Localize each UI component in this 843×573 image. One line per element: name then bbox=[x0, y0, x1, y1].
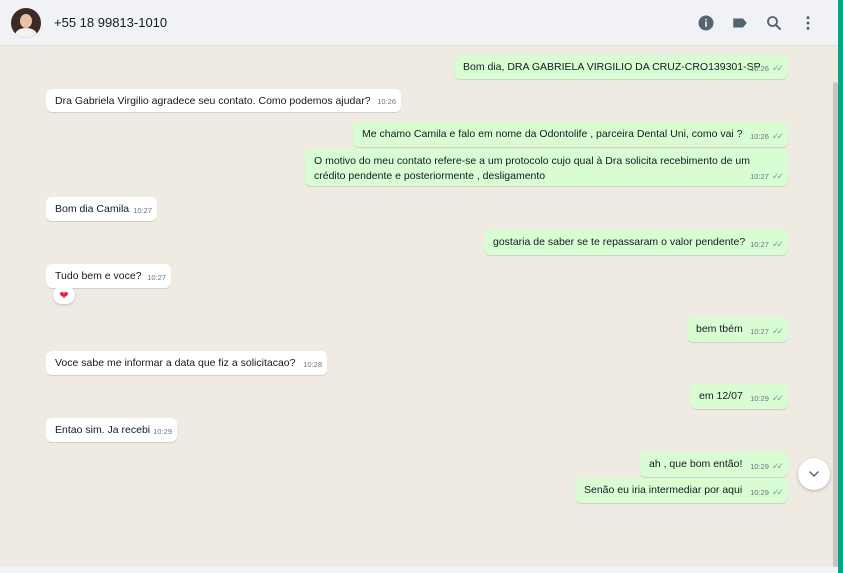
message-text: Voce sabe me informar a data que fiz a s… bbox=[55, 357, 296, 369]
scroll-down-button[interactable] bbox=[798, 458, 830, 490]
message-incoming[interactable]: Tudo bem e voce? 10:27 bbox=[46, 264, 171, 288]
message-text: gostaria de saber se te repassaram o val… bbox=[493, 236, 746, 248]
message-incoming[interactable]: Dra Gabriela Virgilio agradece seu conta… bbox=[46, 89, 401, 112]
message-text: em 12/07 bbox=[699, 390, 743, 402]
message-time: 10:29 bbox=[153, 427, 172, 436]
read-receipt-icon: ✓✓ bbox=[771, 63, 784, 73]
message-time: 10:26 bbox=[377, 97, 396, 106]
message-meta: 10:29 ✓✓ bbox=[750, 459, 784, 474]
message-outgoing[interactable]: em 12/07 10:29 ✓✓ bbox=[690, 384, 788, 409]
message-time: 10:29 bbox=[750, 394, 769, 403]
composer-bar-edge bbox=[0, 567, 838, 573]
read-receipt-icon: ✓✓ bbox=[771, 171, 784, 181]
whatsapp-window: +55 18 99813-1010 Bom dia, DRA GABRIELA … bbox=[0, 0, 843, 573]
label-icon[interactable] bbox=[728, 11, 752, 35]
chat-header: +55 18 99813-1010 bbox=[0, 0, 838, 46]
message-time: 10:27 bbox=[750, 240, 769, 249]
message-text: ah , que bom então! bbox=[649, 458, 743, 470]
message-outgoing[interactable]: O motivo do meu contato refere-se a um p… bbox=[305, 149, 788, 186]
avatar-face bbox=[20, 13, 32, 28]
message-incoming[interactable]: Voce sabe me informar a data que fiz a s… bbox=[46, 351, 327, 375]
search-icon[interactable] bbox=[762, 11, 786, 35]
message-meta: 10:26 ✓✓ bbox=[750, 61, 784, 76]
message-outgoing[interactable]: Bom dia, DRA GABRIELA VIRGILIO DA CRUZ-C… bbox=[454, 55, 788, 79]
info-icon[interactable] bbox=[694, 11, 718, 35]
message-text: Dra Gabriela Virgilio agradece seu conta… bbox=[55, 95, 371, 107]
message-time: 10:27 bbox=[147, 273, 166, 282]
message-text: Me chamo Camila e falo em nome da Odonto… bbox=[362, 128, 743, 140]
read-receipt-icon: ✓✓ bbox=[771, 461, 784, 471]
message-incoming[interactable]: Bom dia Camila 10:27 bbox=[46, 197, 157, 221]
message-outgoing[interactable]: Senão eu iria intermediar por aqui 10:29… bbox=[575, 478, 788, 503]
chevron-down-icon bbox=[809, 471, 819, 477]
message-text: Entao sim. Ja recebi bbox=[55, 424, 151, 436]
message-meta: 10:27 ✓✓ bbox=[750, 324, 784, 339]
read-receipt-icon: ✓✓ bbox=[771, 393, 784, 403]
message-outgoing[interactable]: ah , que bom então! 10:29 ✓✓ bbox=[640, 452, 788, 477]
read-receipt-icon: ✓✓ bbox=[771, 131, 784, 141]
menu-icon[interactable] bbox=[796, 11, 820, 35]
contact-name[interactable]: +55 18 99813-1010 bbox=[54, 15, 167, 30]
message-time: 10:27 bbox=[750, 172, 769, 181]
message-incoming[interactable]: Entao sim. Ja recebi 10:29 bbox=[46, 418, 177, 442]
message-time: 10:28 bbox=[303, 360, 322, 369]
message-text: Tudo bem e voce? bbox=[55, 270, 142, 282]
window-edge-accent bbox=[838, 0, 843, 573]
message-text: bem tbém bbox=[696, 323, 743, 335]
message-time: 10:27 bbox=[750, 327, 769, 336]
message-time: 10:29 bbox=[750, 462, 769, 471]
read-receipt-icon: ✓✓ bbox=[771, 326, 784, 336]
message-text: Senão eu iria intermediar por aqui bbox=[584, 484, 743, 496]
message-meta: 10:29 ✓✓ bbox=[750, 485, 784, 500]
message-outgoing[interactable]: Me chamo Camila e falo em nome da Odonto… bbox=[353, 122, 788, 147]
message-text: O motivo do meu contato refere-se a um p… bbox=[314, 155, 750, 182]
avatar-body bbox=[15, 27, 37, 38]
message-outgoing[interactable]: gostaria de saber se te repassaram o val… bbox=[484, 230, 788, 255]
message-time: 10:29 bbox=[750, 488, 769, 497]
heart-reaction-icon[interactable]: ❤ bbox=[53, 286, 75, 304]
message-time: 10:26 bbox=[750, 132, 769, 141]
message-outgoing[interactable]: bem tbém 10:27 ✓✓ bbox=[687, 317, 788, 342]
contact-avatar[interactable] bbox=[11, 7, 41, 38]
message-meta: 10:26 ✓✓ bbox=[750, 129, 784, 144]
message-meta: 10:27 ✓✓ bbox=[750, 237, 784, 252]
message-time: 10:26 bbox=[750, 64, 769, 73]
read-receipt-icon: ✓✓ bbox=[771, 239, 784, 249]
message-meta: 10:27 ✓✓ bbox=[750, 169, 784, 184]
message-time: 10:27 bbox=[133, 206, 152, 215]
message-meta: 10:29 ✓✓ bbox=[750, 391, 784, 406]
message-text: Bom dia Camila bbox=[55, 203, 130, 215]
read-receipt-icon: ✓✓ bbox=[771, 487, 784, 497]
message-text: Bom dia, DRA GABRIELA VIRGILIO DA CRUZ-C… bbox=[463, 61, 761, 73]
header-actions bbox=[684, 0, 820, 45]
